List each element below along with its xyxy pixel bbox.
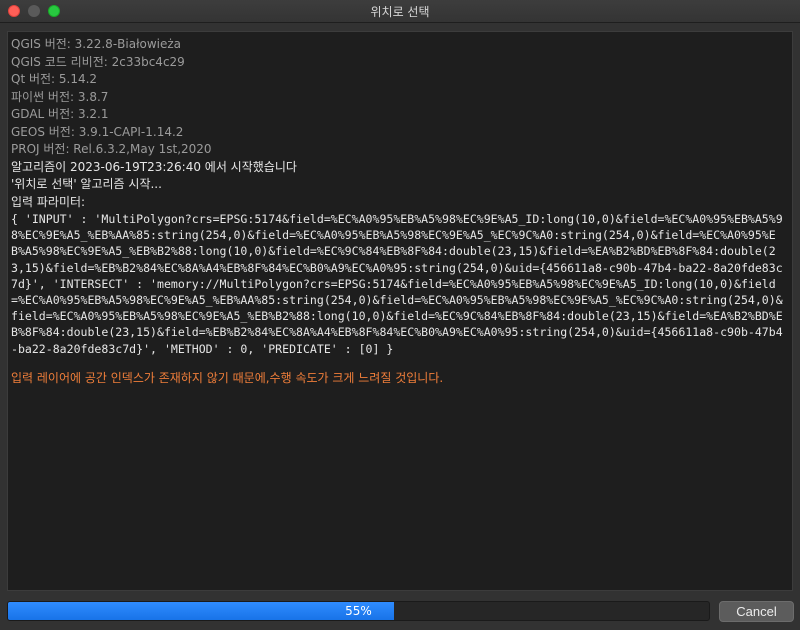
log-line-params-header: 입력 파라미터: [11, 194, 86, 209]
log-params-block: { 'INPUT' : 'MultiPolygon?crs=EPSG:5174&… [11, 212, 783, 356]
log-line-gdal-version: GDAL 버전: 3.2.1 [11, 107, 109, 121]
log-line-python-version: 파이썬 버전: 3.8.7 [11, 89, 109, 104]
progress-bar: 55% [7, 601, 710, 621]
log-panel[interactable]: QGIS 버전: 3.22.8-Białowieża QGIS 코드 리비전: … [7, 31, 793, 591]
log-line-started: 알고리즘이 2023-06-19T23:26:40 에서 시작했습니다 [11, 159, 297, 174]
log-warning: 입력 레이어에 공간 인덱스가 존재하지 않기 때문에,수행 속도가 크게 느려… [11, 370, 444, 385]
log-line-algorithm-start: '위치로 선택' 알고리즘 시작... [11, 177, 162, 191]
log-line-geos-version: GEOS 버전: 3.9.1-CAPI-1.14.2 [11, 124, 184, 139]
title-bar: 위치로 선택 [0, 0, 800, 23]
log-line-qgis-revision: QGIS 코드 리비전: 2c33bc4c29 [11, 54, 185, 69]
log-line-qgis-version: QGIS 버전: 3.22.8-Białowieża [11, 37, 182, 51]
cancel-button[interactable]: Cancel [719, 601, 794, 622]
window-title: 위치로 선택 [370, 5, 430, 19]
log-line-proj-version: PROJ 버전: Rel.6.3.2,May 1st,2020 [11, 142, 212, 156]
log-line-qt-version: Qt 버전: 5.14.2 [11, 72, 98, 86]
processing-dialog: 위치로 선택 QGIS 버전: 3.22.8-Białowieża QGIS 코… [0, 0, 800, 630]
progress-label: 55% [345, 604, 372, 618]
